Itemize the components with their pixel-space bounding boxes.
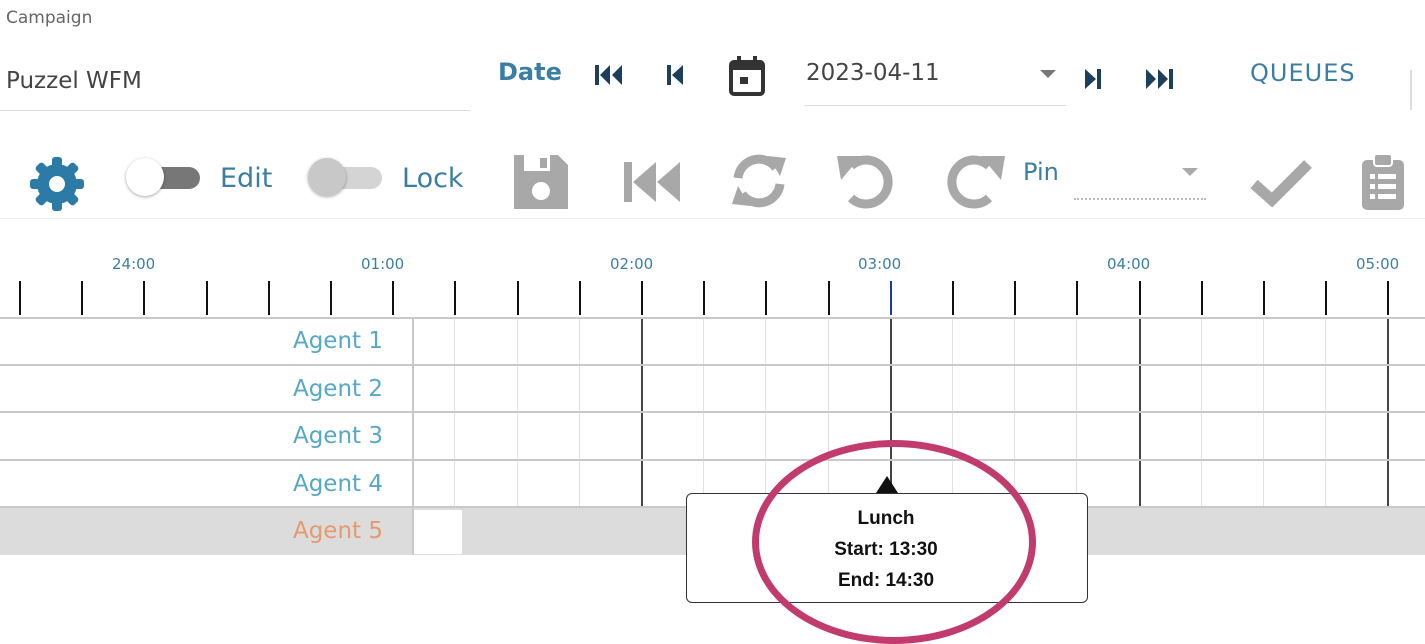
ruler-tick [330,281,332,315]
agent-row[interactable]: Agent 3 [0,413,1425,460]
hour-label: 24:00 [112,255,156,273]
hour-label: 05:00 [1356,255,1400,273]
gear-icon[interactable] [28,155,86,217]
campaign-underline [0,110,470,111]
row-divider [0,364,1425,366]
ruler-tick [1325,281,1327,315]
ruler-tick [890,281,892,315]
agent-name[interactable]: Agent 5 [293,518,383,544]
pin-dropdown-caret-icon[interactable] [1182,168,1198,176]
pin-select[interactable] [1074,198,1206,200]
ruler-tick [641,281,643,315]
agent-row[interactable]: Agent 1 [0,318,1425,365]
undo-icon[interactable] [835,150,897,216]
row-divider [0,459,1425,461]
agent-name[interactable]: Agent 1 [293,328,383,354]
rewind-icon[interactable] [622,158,682,210]
last-page-icon[interactable] [1144,66,1174,96]
ruler-tick [1139,281,1141,315]
ruler-tick [1201,281,1203,315]
ruler-tick [392,281,394,315]
schedule-block[interactable] [414,510,462,554]
ruler-tick [1014,281,1016,315]
ruler-tick [81,281,83,315]
divider [1410,70,1412,110]
ruler-tick [268,281,270,315]
first-page-icon[interactable] [594,62,624,94]
ruler-tick [454,281,456,315]
ruler-tick [579,281,581,315]
queues-button[interactable]: QUEUES [1250,59,1356,87]
redo-icon[interactable] [945,150,1007,216]
agent-row[interactable]: Agent 2 [0,366,1425,413]
agent-name[interactable]: Agent 2 [293,376,383,402]
date-underline [804,105,1066,106]
ruler-tick [206,281,208,315]
agent-name[interactable]: Agent 4 [293,471,383,497]
next-icon[interactable] [1082,66,1102,96]
hour-label: 02:00 [610,255,654,273]
row-divider [0,317,1425,319]
checkmark-icon[interactable] [1250,158,1312,212]
date-label: Date [498,58,562,86]
lock-toggle-thumb[interactable] [308,158,346,196]
highlight-ring [752,440,1036,644]
ruler-tick [828,281,830,315]
ruler-tick [1387,281,1389,315]
toolbar-divider [0,218,1425,219]
hour-label: 01:00 [361,255,405,273]
ruler-tick [1263,281,1265,315]
ruler-tick [703,281,705,315]
agent-name[interactable]: Agent 3 [293,423,383,449]
previous-icon[interactable] [666,62,686,92]
edit-toggle-thumb[interactable] [126,158,164,196]
ruler-tick [19,281,21,315]
pin-label: Pin [1023,158,1059,186]
campaign-label: Campaign [6,8,93,28]
ruler-tick [952,281,954,315]
ruler-tick [143,281,145,315]
date-select[interactable]: 2023-04-11 [806,60,940,86]
refresh-icon[interactable] [728,150,790,216]
ruler-tick [1076,281,1078,315]
save-icon[interactable] [512,153,570,215]
lock-label: Lock [402,163,464,194]
calendar-icon[interactable] [728,55,766,101]
edit-label: Edit [220,163,273,194]
ruler-tick [517,281,519,315]
row-divider [0,411,1425,413]
ruler-tick [765,281,767,315]
name-column-divider [412,318,414,555]
campaign-select[interactable]: Puzzel WFM [6,68,142,94]
clipboard-icon[interactable] [1360,152,1406,216]
hour-label: 04:00 [1107,255,1151,273]
hour-label: 03:00 [858,255,902,273]
date-dropdown-caret-icon[interactable] [1040,70,1056,78]
